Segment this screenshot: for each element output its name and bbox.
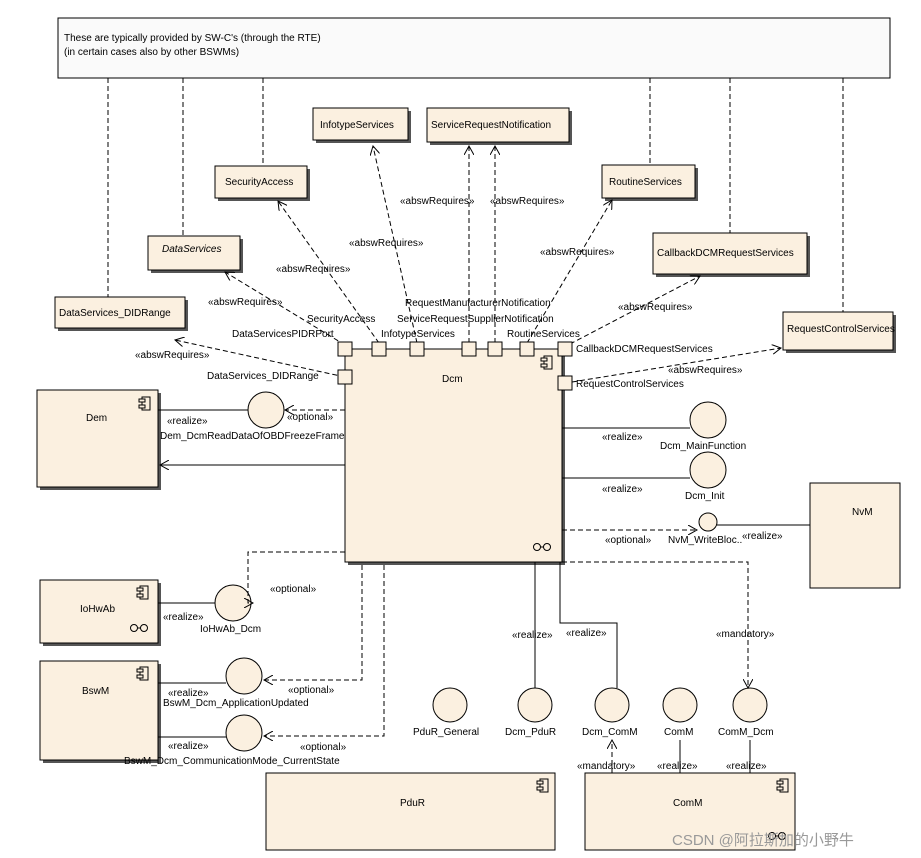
component-dem[interactable]: Dem xyxy=(36,389,161,490)
label: DataServices xyxy=(162,244,221,255)
stereo: «realize» xyxy=(167,416,208,427)
stereo: «optional» xyxy=(270,584,317,595)
port-label: CallbackDCMRequestServices xyxy=(576,344,713,355)
port-label: SecurityAccess xyxy=(307,314,375,325)
port[interactable] xyxy=(557,341,573,357)
label: InfotypeServices xyxy=(320,120,394,131)
stereo: «abswRequires» xyxy=(490,196,565,207)
stereo: «optional» xyxy=(300,742,347,753)
interface-label: ComM_Dcm xyxy=(718,727,774,738)
dem-label: Dem xyxy=(86,413,107,424)
label: CallbackDCMRequestServices xyxy=(657,248,794,259)
interface-label: BswM_Dcm_CommunicationMode_CurrentState xyxy=(124,756,340,767)
label: DataServices_DIDRange xyxy=(59,308,171,319)
interface-label: ComM xyxy=(664,727,693,738)
dcm-label: Dcm xyxy=(442,374,463,385)
label: ServiceRequestNotification xyxy=(431,120,551,131)
port[interactable] xyxy=(519,341,535,357)
component-pdur[interactable]: PduR xyxy=(265,772,556,851)
port[interactable] xyxy=(557,375,573,391)
stereo: «realize» xyxy=(163,612,204,623)
interface-dem-dcmreaddataofobdfreezeframe[interactable] xyxy=(247,391,285,429)
component-nvm[interactable]: NvM xyxy=(809,482,901,589)
port-label: InfotypeServices xyxy=(381,329,455,340)
note: These are typically provided by SW-C's (… xyxy=(57,17,891,79)
stereo: «realize» xyxy=(512,630,553,641)
port[interactable] xyxy=(337,341,353,357)
pdur-label: PduR xyxy=(400,798,425,809)
interface-comm[interactable] xyxy=(662,687,698,723)
stereo: «realize» xyxy=(657,761,698,772)
iohwab-label: IoHwAb xyxy=(80,604,115,615)
interface-dcm-mainfunction[interactable] xyxy=(689,401,727,439)
stereo: «abswRequires» xyxy=(276,264,351,275)
stereo: «mandatory» xyxy=(577,761,636,772)
component-iohwab[interactable]: IoHwAb xyxy=(39,579,161,646)
port-label: RequestControlServices xyxy=(576,379,684,390)
interface-nvm-writeblock[interactable] xyxy=(698,512,718,532)
port-label: DataServicesPIDRPort xyxy=(232,329,334,340)
port-label: ServiceRequestSupplierNotification xyxy=(397,314,554,325)
stereo: «realize» xyxy=(742,531,783,542)
interface-label: Dem_DcmReadDataOfOBDFreezeFrame xyxy=(160,431,345,442)
stereo: «realize» xyxy=(566,628,607,639)
component-dcm[interactable]: Dcm xyxy=(344,348,565,565)
interface-bswm-dcm-applicationupdated[interactable] xyxy=(225,657,263,695)
bswm-label: BswM xyxy=(82,686,109,697)
interface-pdur-general[interactable] xyxy=(432,687,468,723)
interface-dcm-comm[interactable] xyxy=(594,687,630,723)
interface-label: IoHwAb_Dcm xyxy=(200,624,261,635)
stereo: «abswRequires» xyxy=(135,350,210,361)
interface-comm-dcm[interactable] xyxy=(732,687,768,723)
dcm-component-diagram: These are typically provided by SW-C's (… xyxy=(36,17,901,851)
interface-label: Dcm_PduR xyxy=(505,727,556,738)
comm-label: ComM xyxy=(673,798,702,809)
port[interactable] xyxy=(409,341,425,357)
label: RequestControlServices xyxy=(787,324,895,335)
interface-iohwab-dcm[interactable] xyxy=(214,584,252,622)
stereo: «abswRequires» xyxy=(349,238,424,249)
interface-label: Dcm_MainFunction xyxy=(660,441,746,452)
nvm-label: NvM xyxy=(852,507,873,518)
interface-label: PduR_General xyxy=(413,727,479,738)
stereo: «optional» xyxy=(288,685,335,696)
stereo: «realize» xyxy=(602,484,643,495)
label: SecurityAccess xyxy=(225,177,293,188)
component-bswm[interactable]: BswM xyxy=(39,660,161,763)
stereo: «optional» xyxy=(287,412,334,423)
port[interactable] xyxy=(461,341,477,357)
stereo: «abswRequires» xyxy=(618,302,693,313)
stereo: «realize» xyxy=(602,432,643,443)
port-label: RequestManufacturerNotification xyxy=(405,298,551,309)
stereo: «abswRequires» xyxy=(668,365,743,376)
interface-label: BswM_Dcm_ApplicationUpdated xyxy=(163,698,309,709)
port[interactable] xyxy=(371,341,387,357)
interface-dcm-init[interactable] xyxy=(689,451,727,489)
port-label: DataServices_DIDRange xyxy=(207,371,319,382)
note-line-2: (in certain cases also by other BSWMs) xyxy=(64,47,239,58)
interface-label: NvM_WriteBloc.. xyxy=(668,535,742,546)
stereo: «realize» xyxy=(726,761,767,772)
stereo: «optional» xyxy=(605,535,652,546)
stereo: «abswRequires» xyxy=(540,247,615,258)
stereo: «realize» xyxy=(168,741,209,752)
interface-dcm-pdur[interactable] xyxy=(517,687,553,723)
note-line-1: These are typically provided by SW-C's (… xyxy=(64,33,321,44)
interface-label: Dcm_ComM xyxy=(582,727,638,738)
port[interactable] xyxy=(337,369,353,385)
port-label: RoutineServices xyxy=(507,329,580,340)
watermark: CSDN @阿拉斯加的小野牛 xyxy=(672,832,854,849)
interface-label: Dcm_Init xyxy=(685,491,725,502)
stereo: «abswRequires» xyxy=(400,196,475,207)
stereo: «mandatory» xyxy=(716,629,775,640)
label: RoutineServices xyxy=(609,177,682,188)
interface-bswm-dcm-communicationmode-currentstate[interactable] xyxy=(225,714,263,752)
port[interactable] xyxy=(487,341,503,357)
stereo: «abswRequires» xyxy=(208,297,283,308)
